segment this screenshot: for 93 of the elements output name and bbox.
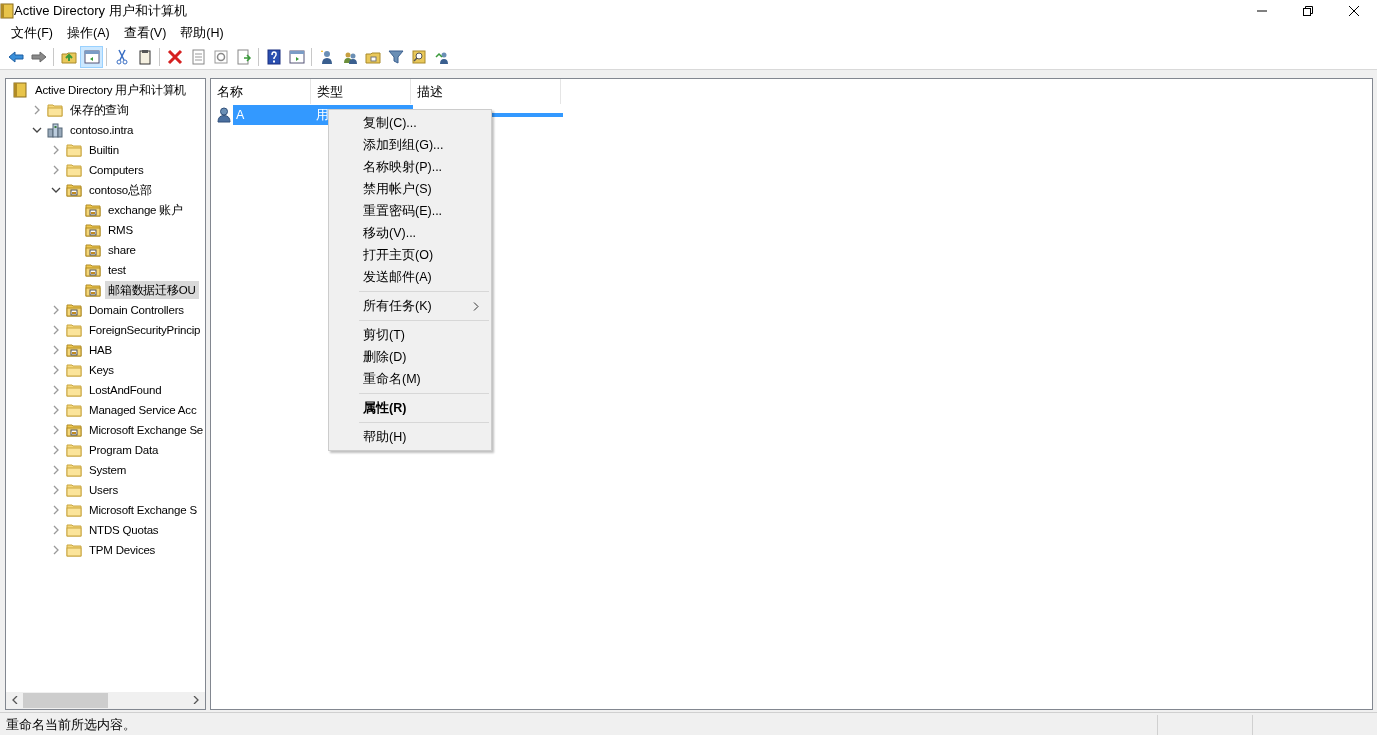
properties-icon xyxy=(189,48,206,65)
ou-folder-icon xyxy=(85,262,101,278)
menu-item[interactable]: 禁用帐户(S) xyxy=(329,178,491,200)
tree-item[interactable]: ForeignSecurityPrincip xyxy=(86,321,204,339)
ou-folder-icon xyxy=(85,202,101,218)
tree-item[interactable]: exchange 账户 xyxy=(105,201,186,219)
tree-item[interactable]: contoso.intra xyxy=(67,121,137,139)
tree-item[interactable]: test xyxy=(105,261,129,279)
menu-item[interactable]: 查看(V) xyxy=(116,21,174,45)
folder-icon xyxy=(66,522,82,538)
tree-item[interactable]: Microsoft Exchange Se xyxy=(86,421,205,439)
user-icon xyxy=(217,107,233,123)
menu-item[interactable]: 发送邮件(A) xyxy=(329,266,491,288)
folder-icon xyxy=(66,142,82,158)
folder-icon xyxy=(66,402,82,418)
menu-item[interactable]: 帮助(H) xyxy=(329,426,491,448)
ou-folder-icon xyxy=(85,282,101,298)
ou-folder-icon xyxy=(66,302,82,318)
domain-icon xyxy=(47,122,63,138)
horizontal-scrollbar[interactable] xyxy=(6,692,205,709)
menu-item[interactable]: 剪切(T) xyxy=(329,324,491,346)
folder-icon xyxy=(66,382,82,398)
folder-icon xyxy=(66,362,82,378)
snap-in-icon xyxy=(12,82,28,98)
folder-icon xyxy=(66,442,82,458)
folder-icon xyxy=(66,462,82,478)
delete-icon xyxy=(166,48,183,65)
tree-item[interactable]: contoso总部 xyxy=(86,181,155,199)
tree-item[interactable]: Program Data xyxy=(86,441,162,459)
tree-item[interactable]: HAB xyxy=(86,341,116,359)
forward-arrow-icon xyxy=(30,48,47,65)
menu-item[interactable]: 名称映射(P)... xyxy=(329,156,491,178)
scrollbar-thumb[interactable] xyxy=(23,693,108,708)
menu-item[interactable]: 重命名(M) xyxy=(329,368,491,390)
folder-icon xyxy=(66,502,82,518)
menu-item[interactable]: 添加到组(G)... xyxy=(329,134,491,156)
scroll-right-icon[interactable] xyxy=(192,696,200,704)
tree-item[interactable]: share xyxy=(105,241,139,259)
find-icon xyxy=(410,48,427,65)
new-user-icon xyxy=(318,48,335,65)
tree-item[interactable]: TPM Devices xyxy=(86,541,159,559)
folder-icon xyxy=(66,482,82,498)
export-list-icon xyxy=(235,48,252,65)
tree-item[interactable]: Active Directory 用户和计算机 xyxy=(32,81,190,99)
tree-item[interactable]: System xyxy=(86,461,130,479)
scroll-left-icon[interactable] xyxy=(11,696,19,704)
column-header[interactable]: 描述 xyxy=(411,79,561,104)
ou-folder-icon xyxy=(66,342,82,358)
menu-item[interactable]: 帮助(H) xyxy=(173,21,231,45)
close-icon[interactable] xyxy=(1349,6,1359,16)
ou-folder-icon xyxy=(85,242,101,258)
menu-item[interactable]: 移动(V)... xyxy=(329,222,491,244)
tree-item[interactable]: LostAndFound xyxy=(86,381,165,399)
tree-item[interactable]: Users xyxy=(86,481,122,499)
column-header[interactable]: 名称 xyxy=(211,79,311,104)
console-tree-icon xyxy=(83,48,100,65)
menu-item[interactable]: 打开主页(O) xyxy=(329,244,491,266)
app-icon xyxy=(0,3,14,19)
folder-icon xyxy=(47,102,63,118)
tree-item[interactable]: Builtin xyxy=(86,141,122,159)
tree-item[interactable]: Keys xyxy=(86,361,117,379)
help-icon xyxy=(265,48,282,65)
action-pane-icon xyxy=(288,48,305,65)
menu-item[interactable]: 复制(C)... xyxy=(329,112,491,134)
tree-item[interactable]: 保存的查询 xyxy=(67,101,132,119)
folder-icon xyxy=(66,542,82,558)
menu-item[interactable]: 属性(R) xyxy=(329,397,491,419)
tree-item[interactable]: Domain Controllers xyxy=(86,301,187,319)
ou-folder-icon xyxy=(85,222,101,238)
menu-item[interactable]: 操作(A) xyxy=(59,21,117,45)
filter-icon xyxy=(387,48,404,65)
back-arrow-icon xyxy=(7,48,24,65)
status-text: 重命名当前所选内容。 xyxy=(6,716,137,734)
tree-item[interactable]: RMS xyxy=(105,221,136,239)
ou-folder-icon xyxy=(66,182,82,198)
tree-item[interactable]: Microsoft Exchange S xyxy=(86,501,200,519)
ou-folder-icon xyxy=(66,422,82,438)
tree-item[interactable]: Managed Service Acc xyxy=(86,401,200,419)
menu-item[interactable]: 文件(F) xyxy=(4,21,60,45)
tree-item[interactable]: 邮箱数据迁移OU xyxy=(105,281,199,299)
clipboard-icon xyxy=(136,48,153,65)
folder-icon xyxy=(66,322,82,338)
menu-item[interactable]: 所有任务(K) xyxy=(329,295,491,317)
scissors-icon xyxy=(113,48,130,65)
folder-icon xyxy=(66,162,82,178)
menu-item[interactable]: 删除(D) xyxy=(329,346,491,368)
refresh-icon xyxy=(212,48,229,65)
window-title: Active Directory 用户和计算机 xyxy=(14,2,188,21)
tree-item[interactable]: NTDS Quotas xyxy=(86,521,162,539)
column-header[interactable]: 类型 xyxy=(311,79,411,104)
restore-icon[interactable] xyxy=(1303,6,1313,16)
tree-item[interactable]: Computers xyxy=(86,161,147,179)
menu-item[interactable]: 重置密码(E)... xyxy=(329,200,491,222)
